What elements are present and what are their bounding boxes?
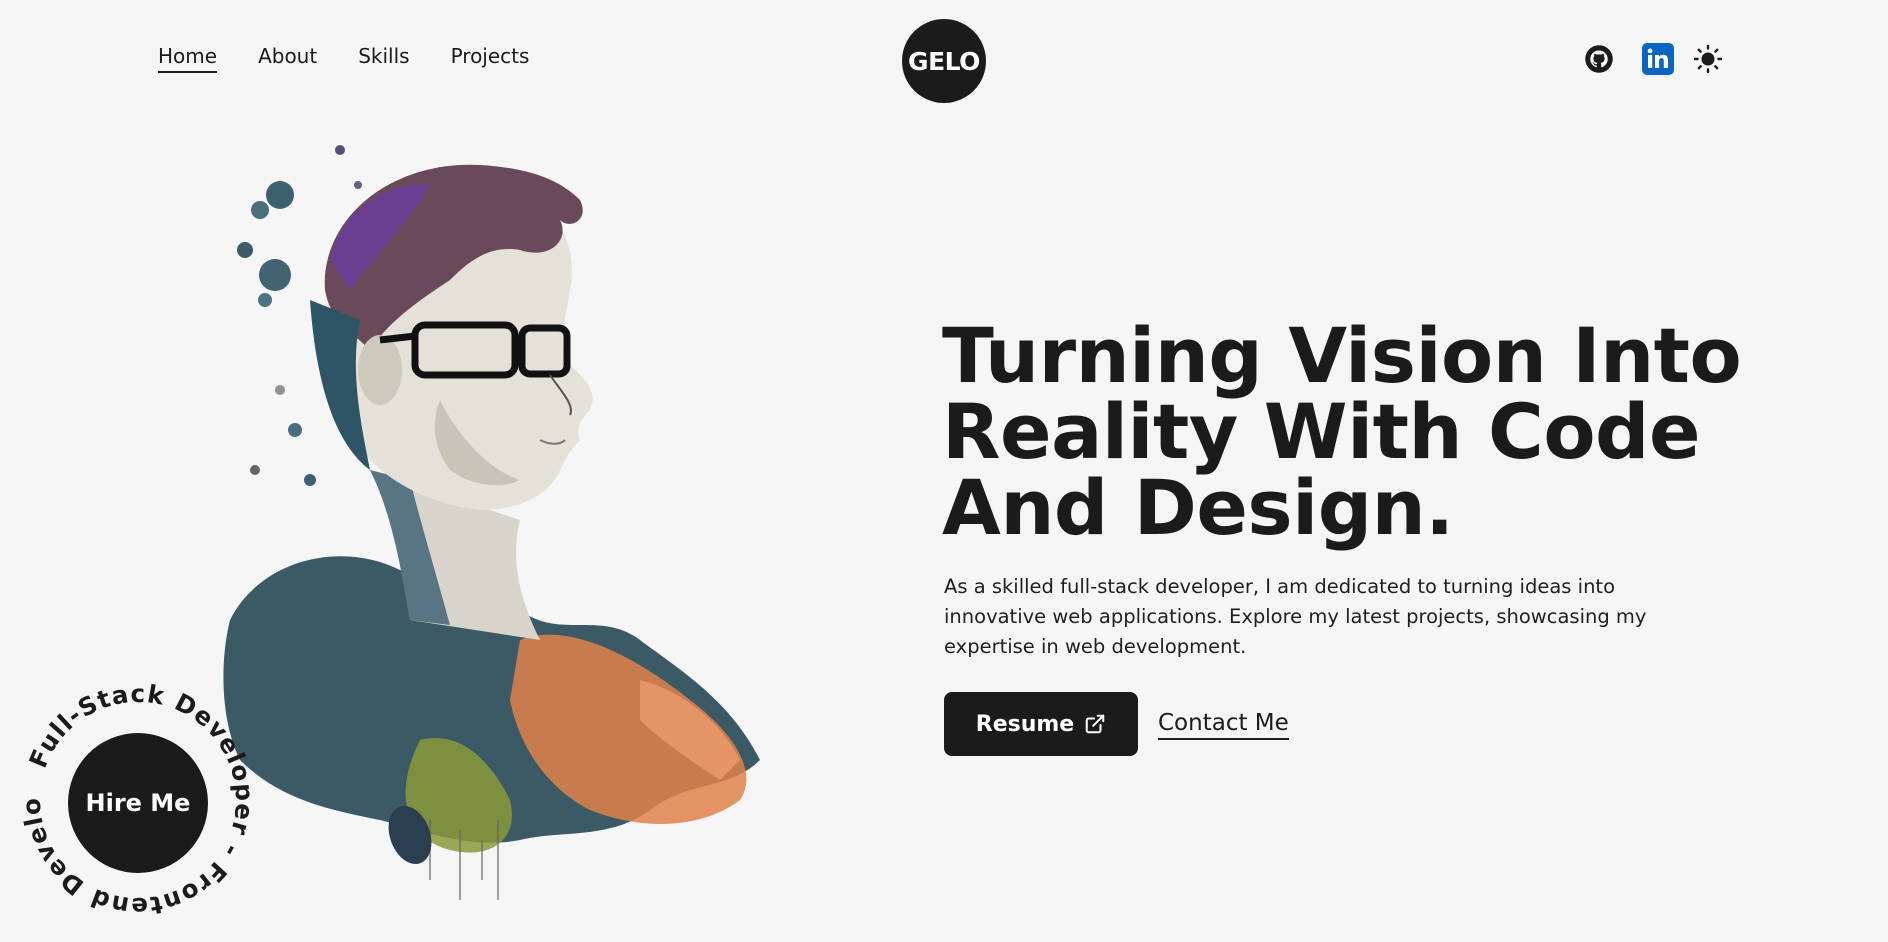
nav-home-link[interactable]: Home	[158, 44, 218, 73]
nav-projects-link[interactable]: Projects	[451, 44, 530, 71]
social-links	[1583, 43, 1724, 75]
hero-intro: As a skilled full-stack developer, I am …	[944, 575, 1647, 658]
page: Home About Skills Projects GELO Turning …	[0, 0, 1888, 942]
sun-icon	[1693, 44, 1723, 74]
profile-illustration	[223, 145, 760, 900]
hero-headline: Turning Vision Into Reality With Code An…	[942, 311, 1742, 552]
nav-about-link[interactable]: About	[258, 44, 317, 71]
site-logo[interactable]: GELO	[902, 19, 986, 103]
github-icon	[1585, 45, 1613, 73]
headline-line-2: Reality With Code	[942, 387, 1701, 476]
theme-toggle-button[interactable]	[1692, 43, 1724, 75]
resume-button[interactable]: Resume	[944, 692, 1138, 756]
hire-me-button[interactable]: Hire Me	[68, 733, 208, 873]
hero-actions: Resume Contact Me	[944, 692, 1289, 756]
resume-label: Resume	[975, 711, 1075, 737]
github-link[interactable]	[1583, 43, 1615, 75]
headline-line-1: Turning Vision Into	[942, 311, 1742, 400]
nav-skills-link[interactable]: Skills	[358, 44, 409, 71]
linkedin-icon	[1642, 43, 1674, 75]
hire-me-badge: Full-Stack Developer - Frontend Develope…	[18, 680, 258, 920]
external-link-icon	[1085, 714, 1105, 734]
linkedin-link[interactable]	[1642, 43, 1674, 75]
main-nav: Home About Skills Projects	[158, 44, 530, 73]
headline-line-3: And Design.	[942, 463, 1454, 552]
contact-me-link[interactable]: Contact Me	[1158, 709, 1289, 740]
